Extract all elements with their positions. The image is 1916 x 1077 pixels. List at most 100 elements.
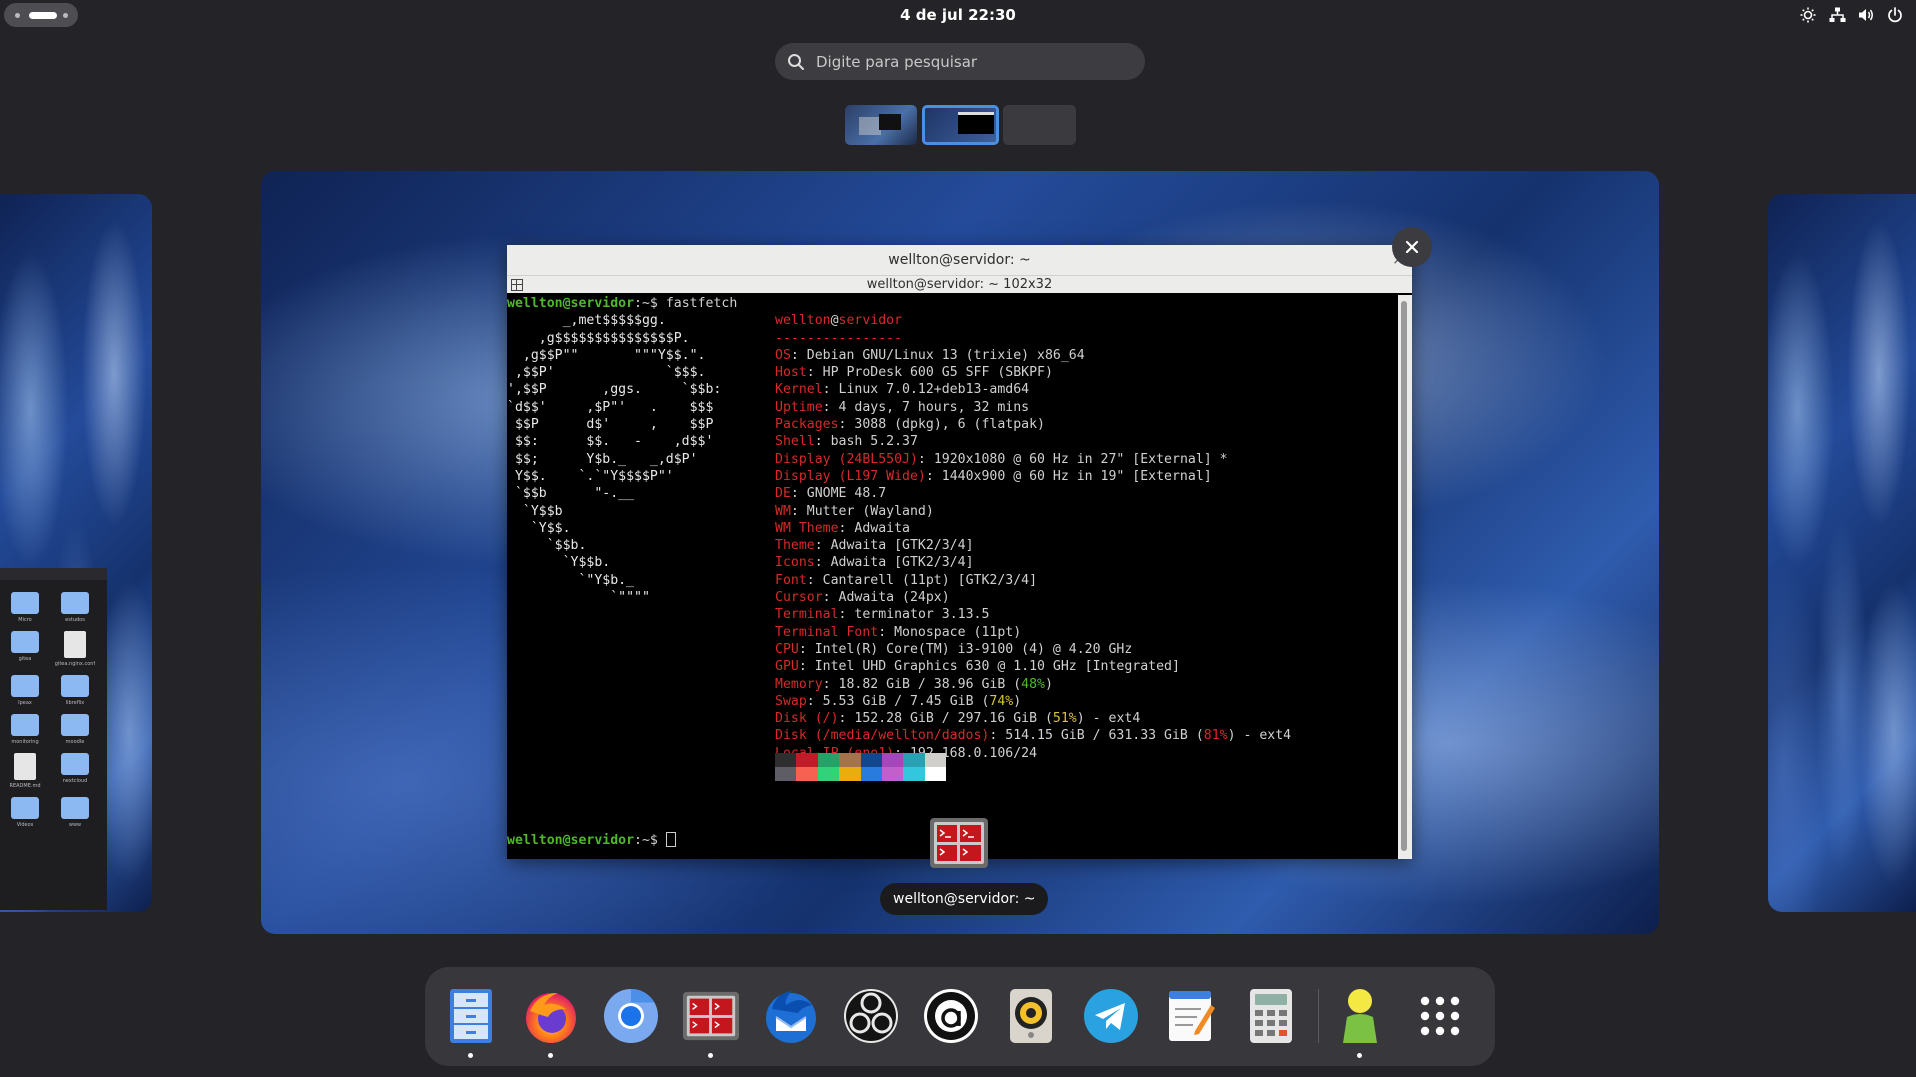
telegram-icon bbox=[1084, 989, 1138, 1043]
info-line: Disk (/media/wellton/dados): 514.15 GiB … bbox=[775, 727, 1291, 744]
workspace-thumbnail-3[interactable] bbox=[1003, 105, 1076, 145]
folder-icon bbox=[61, 714, 89, 736]
terminal-output[interactable]: wellton@servidor:~$ fastfetch _,met$$$$$… bbox=[507, 295, 1398, 859]
brightness-icon[interactable] bbox=[1799, 6, 1817, 24]
file-item[interactable]: nextcloud bbox=[50, 753, 100, 791]
file-item[interactable]: README.md bbox=[0, 753, 50, 791]
palette-swatch bbox=[903, 767, 925, 781]
dock-terminator[interactable] bbox=[680, 985, 742, 1058]
terminator-app-badge bbox=[929, 817, 989, 869]
info-value: 5.53 GiB / 7.45 GiB ( bbox=[822, 693, 990, 709]
info-value: ) - ext4 bbox=[1076, 711, 1141, 727]
power-icon[interactable] bbox=[1886, 6, 1904, 24]
file-manager-window-preview[interactable]: Micro estudos gitea gitea.nginx.conf Ipeax li… bbox=[0, 568, 107, 910]
dock-text-editor[interactable] bbox=[1160, 985, 1222, 1047]
running-indicator bbox=[1357, 1053, 1362, 1058]
info-key: Memory bbox=[775, 676, 823, 692]
volume-icon[interactable] bbox=[1857, 6, 1875, 24]
info-colon: : bbox=[822, 399, 839, 415]
file-item[interactable]: libreflix bbox=[50, 675, 100, 708]
info-line: Memory: 18.82 GiB / 38.96 GiB (48%) bbox=[775, 676, 1291, 693]
file-grid: Micro estudos gitea gitea.nginx.conf Ipeax li… bbox=[0, 580, 107, 830]
info-colon: : bbox=[798, 641, 815, 657]
file-item[interactable]: gitea.nginx.conf bbox=[50, 631, 100, 669]
workspace-thumbnail-2-active[interactable] bbox=[922, 105, 999, 145]
file-item[interactable]: monitoring bbox=[0, 714, 50, 747]
dock-calculator[interactable] bbox=[1240, 985, 1302, 1047]
file-item[interactable]: www bbox=[50, 797, 100, 830]
info-key: Kernel bbox=[775, 382, 823, 398]
info-key: Disk (/media/wellton/dados) bbox=[775, 728, 990, 744]
dock-chromium[interactable] bbox=[600, 985, 662, 1047]
logo-line: $$; Y$b._ _,d$P' bbox=[507, 451, 698, 467]
file-item[interactable]: Ipeax bbox=[0, 675, 50, 708]
app-grid-icon bbox=[1420, 996, 1460, 1036]
info-value: Linux 7.0.12+deb13-amd64 bbox=[838, 382, 1030, 398]
search-input[interactable] bbox=[816, 52, 1116, 71]
close-icon bbox=[1405, 240, 1419, 254]
info-line: Display (24BL550J): 1920x1080 @ 60 Hz in… bbox=[775, 451, 1291, 468]
prompt-line[interactable]: wellton@servidor:~$ bbox=[507, 832, 676, 849]
debian-ascii-logo: _,met$$$$$gg. ,g$$$$$$$$$$$$$$$P. ,g$$P"… bbox=[507, 312, 721, 606]
terminal-tab-bar[interactable]: wellton@servidor: ~ 102x32 bbox=[507, 275, 1412, 293]
window-caption-text: wellton@servidor: ~ bbox=[893, 891, 1036, 907]
logo-line: ,g$$P"" """Y$$.". bbox=[507, 347, 706, 363]
dock-files[interactable] bbox=[440, 985, 502, 1058]
file-item[interactable]: estudos bbox=[50, 592, 100, 625]
terminal-window[interactable]: wellton@servidor: ~ × wellton@servidor: … bbox=[507, 245, 1412, 859]
info-key: WM Theme bbox=[775, 520, 839, 536]
prompt-path: :~$ bbox=[634, 296, 666, 311]
info-key: Uptime bbox=[775, 399, 823, 415]
workspace-right-preview[interactable] bbox=[1768, 194, 1916, 912]
info-value: Cantarell (11pt) [GTK2/3/4] bbox=[822, 572, 1038, 588]
palette-swatch bbox=[796, 767, 818, 781]
dock bbox=[425, 967, 1495, 1066]
terminal-titlebar[interactable]: wellton@servidor: ~ × bbox=[507, 245, 1412, 275]
search-bar[interactable] bbox=[775, 43, 1145, 80]
terminal-subtitle: wellton@servidor: ~ 102x32 bbox=[866, 277, 1053, 292]
terminal-scrollbar[interactable] bbox=[1398, 295, 1412, 859]
info-colon: : bbox=[822, 382, 839, 398]
file-item[interactable]: Videos bbox=[0, 797, 50, 830]
prompt-user-host: wellton@servidor bbox=[507, 833, 635, 848]
text-cursor bbox=[665, 832, 676, 847]
info-value: 152.28 GiB / 297.16 GiB ( bbox=[854, 711, 1053, 727]
dock-telegram[interactable] bbox=[1080, 985, 1142, 1047]
scrollbar-thumb[interactable] bbox=[1401, 301, 1407, 851]
file-item[interactable]: gitea bbox=[0, 631, 50, 669]
info-value: 3088 (dpkg), 6 (flatpak) bbox=[854, 417, 1045, 433]
fastfetch-info: wellton@servidor ---------------- OS: De… bbox=[775, 312, 1291, 779]
dock-firefox[interactable] bbox=[520, 985, 582, 1058]
info-colon: : bbox=[838, 520, 855, 536]
dock-show-apps[interactable] bbox=[1409, 985, 1471, 1047]
dock-thunderbird[interactable] bbox=[760, 985, 822, 1047]
workspace-thumbnail-1[interactable] bbox=[845, 105, 917, 145]
info-line: Packages: 3088 (dpkg), 6 (flatpak) bbox=[775, 416, 1291, 433]
prompt-line: wellton@servidor:~$ fastfetch bbox=[507, 295, 737, 312]
info-line: WM Theme: Adwaita bbox=[775, 520, 1291, 537]
logo-line: ,g$$$$$$$$$$$$$$$P. bbox=[507, 330, 690, 346]
info-line: Font: Cantarell (11pt) [GTK2/3/4] bbox=[775, 572, 1291, 589]
dock-obs[interactable] bbox=[840, 985, 902, 1047]
terminal-grid-icon[interactable] bbox=[511, 279, 523, 291]
thunderbird-icon bbox=[766, 991, 816, 1043]
info-colon: : bbox=[838, 417, 855, 433]
info-line: Kernel: Linux 7.0.12+deb13-amd64 bbox=[775, 381, 1291, 398]
network-icon[interactable] bbox=[1828, 6, 1846, 24]
clock[interactable]: 4 de jul 22:30 bbox=[0, 6, 1916, 24]
info-key: Terminal bbox=[775, 607, 839, 623]
file-item[interactable]: moodle bbox=[50, 714, 100, 747]
folder-icon bbox=[11, 797, 39, 819]
system-tray[interactable] bbox=[1799, 4, 1904, 26]
info-value: Adwaita (24px) bbox=[838, 590, 950, 606]
window-caption: wellton@servidor: ~ bbox=[880, 883, 1049, 915]
close-window-button[interactable] bbox=[1392, 227, 1432, 267]
file-item[interactable]: Micro bbox=[0, 592, 50, 625]
info-line: Cursor: Adwaita (24px) bbox=[775, 589, 1291, 606]
dock-anydesk[interactable] bbox=[920, 985, 982, 1047]
dock-user-app[interactable] bbox=[1329, 985, 1391, 1058]
dock-rhythmbox[interactable] bbox=[1000, 985, 1062, 1047]
info-header: wellton@servidor bbox=[775, 312, 1291, 329]
info-key: DE bbox=[775, 486, 791, 502]
info-value: bash 5.2.37 bbox=[830, 434, 918, 450]
